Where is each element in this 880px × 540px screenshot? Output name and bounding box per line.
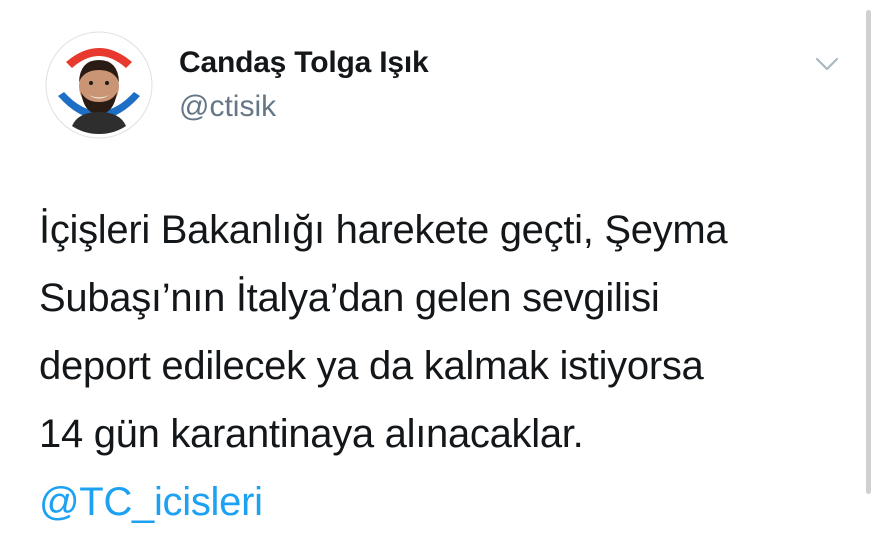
tweet-text-line: Subaşı’nın İtalya’dan gelen sevgilisi: [39, 276, 660, 320]
tweet-text: İçişleri Bakanlığı harekete geçti, Şeyma…: [39, 196, 859, 468]
tweet-text-line: İçişleri Bakanlığı harekete geçti, Şeyma: [39, 208, 728, 252]
tweet-card: Candaş Tolga Işık @ctisik İçişleri Bakan…: [0, 0, 880, 540]
author-handle[interactable]: @ctisik: [179, 90, 276, 124]
author-display-name[interactable]: Candaş Tolga Işık: [179, 46, 429, 80]
tweet-text-line: deport edilecek ya da kalmak istiyorsa: [39, 344, 704, 388]
chevron-down-icon[interactable]: [812, 52, 842, 76]
avatar[interactable]: [44, 30, 154, 140]
avatar-logo-icon: [44, 30, 154, 140]
scrollbar[interactable]: [866, 10, 871, 494]
mention-link[interactable]: @TC_icisleri: [39, 468, 263, 536]
tweet-text-line: 14 gün karantinaya alınacaklar.: [39, 412, 584, 456]
